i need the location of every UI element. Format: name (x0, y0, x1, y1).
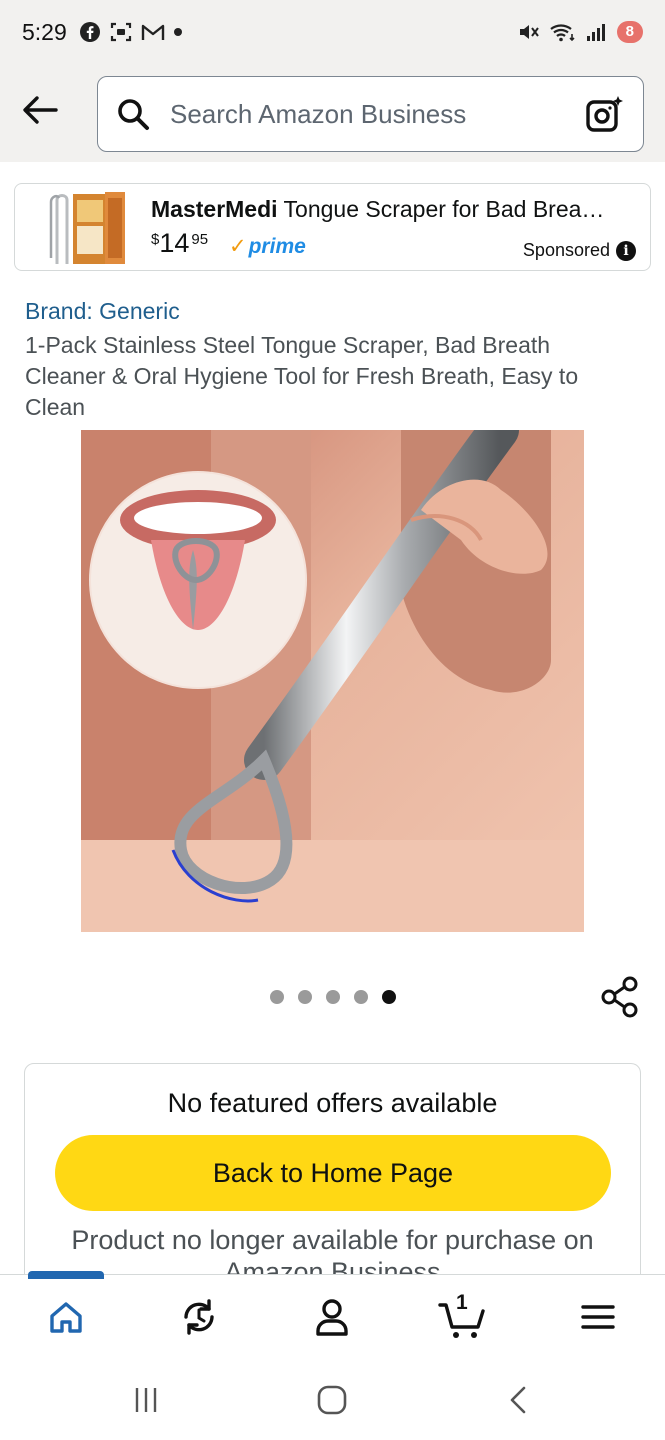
back-chevron-icon (510, 1386, 526, 1414)
recent-apps-icon (135, 1388, 157, 1412)
back-to-home-button[interactable]: Back to Home Page (55, 1135, 611, 1211)
search-input[interactable]: Search Amazon Business (97, 76, 644, 152)
search-placeholder: Search Amazon Business (170, 98, 467, 129)
search-header: Search Amazon Business (0, 64, 665, 162)
home-system-button[interactable] (312, 1382, 352, 1418)
system-nav-bar (0, 1360, 665, 1440)
carousel-dot-active[interactable] (382, 990, 396, 1004)
brand-link[interactable]: Brand: Generic (25, 298, 180, 325)
sponsored-price: $ 14 95 (151, 228, 208, 259)
offers-box: No featured offers available Back to Hom… (24, 1063, 641, 1303)
product-title: 1-Pack Stainless Steel Tongue Scraper, B… (25, 332, 579, 420)
camera-search-icon[interactable] (585, 94, 625, 134)
battery-icon: 8 (616, 21, 643, 43)
carousel-dot[interactable] (298, 990, 312, 1004)
cart-count: 1 (456, 1291, 468, 1314)
price-whole: 14 (159, 228, 190, 258)
status-bar: 5:29 8 (0, 0, 665, 64)
signal-icon (586, 24, 605, 41)
product-image[interactable] (81, 430, 584, 932)
price-currency: $ (151, 231, 160, 248)
share-icon[interactable] (600, 976, 640, 1018)
gmail-icon (141, 24, 164, 40)
prime-label: prime (248, 234, 306, 258)
status-time: 5:29 (22, 18, 67, 45)
carousel-dot[interactable] (270, 990, 284, 1004)
sponsored-brand: MasterMedi (151, 196, 278, 222)
sponsored-product-title[interactable]: MasterMedi Tongue Scraper for Bad Brea… (151, 196, 641, 223)
price-fraction: 95 (191, 231, 209, 248)
system-status-icons: 8 (517, 21, 643, 43)
info-icon[interactable]: i (616, 240, 636, 261)
system-back-button[interactable] (498, 1382, 538, 1418)
sponsored-product-card[interactable]: MasterMedi Tongue Scraper for Bad Brea… … (14, 183, 651, 271)
active-tab-indicator (28, 1271, 104, 1279)
prime-badge: ✓ prime (229, 234, 306, 259)
carousel-dot[interactable] (354, 990, 368, 1004)
screenshot-icon (110, 22, 131, 42)
back-arrow-icon[interactable] (18, 92, 62, 128)
menu-icon (581, 1305, 615, 1329)
home-icon (50, 1302, 82, 1333)
notification-icons (79, 21, 183, 43)
nav-menu[interactable] (568, 1293, 628, 1341)
search-icon (118, 99, 149, 130)
reorder-icon (184, 1299, 214, 1335)
nav-cart[interactable]: 1 (434, 1291, 494, 1341)
mute-icon (519, 25, 539, 39)
offers-heading: No featured offers available (167, 1088, 498, 1118)
recent-apps-button[interactable] (126, 1382, 166, 1418)
sponsored-product-thumbnail (49, 192, 125, 264)
carousel-dot[interactable] (326, 990, 340, 1004)
sponsored-label[interactable]: Sponsored i (523, 240, 636, 261)
prime-check-icon: ✓ (229, 235, 247, 258)
account-icon (316, 1299, 348, 1336)
nav-account[interactable] (302, 1293, 362, 1341)
facebook-icon (79, 22, 100, 42)
sponsored-label-text: Sponsored (522, 240, 610, 260)
sponsored-title-text: Tongue Scraper for Bad Brea… (277, 196, 605, 222)
home-circle-icon (317, 1385, 347, 1415)
nav-home[interactable] (36, 1293, 96, 1341)
carousel-dots (270, 990, 396, 1004)
bottom-nav: 1 (0, 1271, 665, 1360)
nav-reorder[interactable] (169, 1293, 229, 1341)
wifi-icon (549, 24, 575, 42)
notification-dot-icon (173, 28, 182, 36)
